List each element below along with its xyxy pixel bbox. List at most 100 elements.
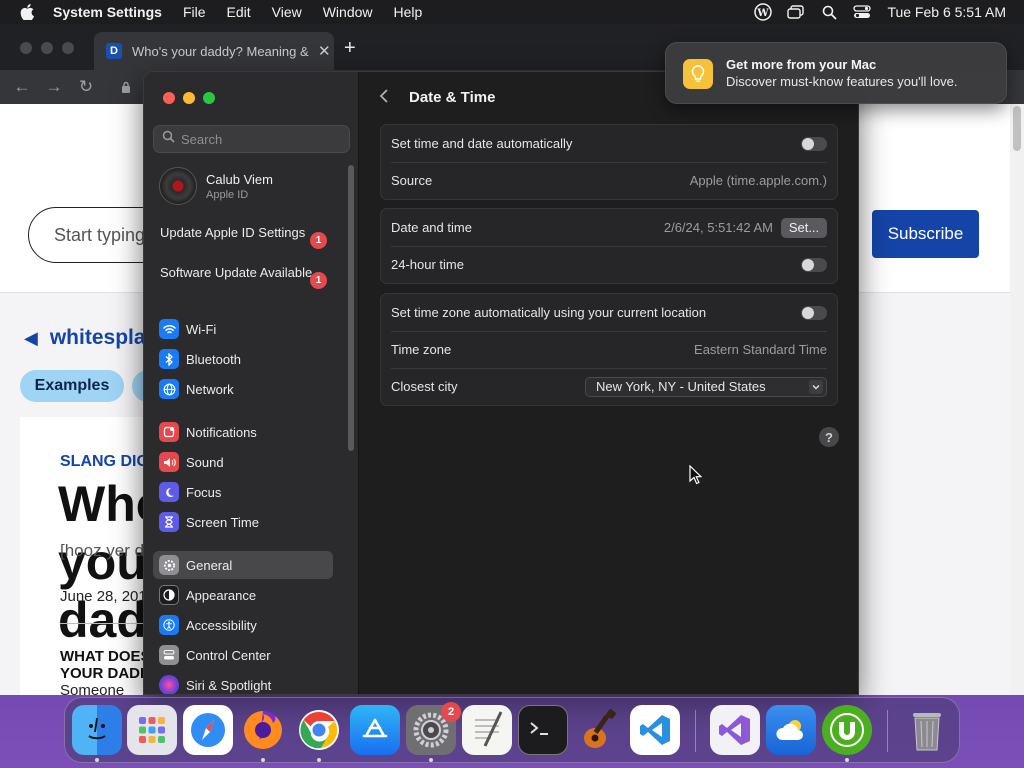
help-menu[interactable]: Help	[394, 4, 423, 20]
set-date-time-button[interactable]: Set...	[781, 217, 827, 238]
running-indicator	[429, 758, 433, 762]
apple-id-account[interactable]: Calub Viem Apple ID	[159, 166, 349, 206]
zoom-window-button[interactable]	[203, 92, 215, 104]
time-zone-label: Time zone	[391, 342, 452, 357]
back-chevron-icon[interactable]	[379, 88, 389, 109]
new-tab-icon[interactable]: +	[344, 37, 356, 60]
sidebar-item-label: Screen Time	[186, 514, 259, 530]
subscribe-button[interactable]: Subscribe	[872, 210, 979, 258]
auto-tz-label: Set time zone automatically using your c…	[391, 305, 707, 320]
sidebar-item-screen-time[interactable]: Screen Time	[153, 508, 333, 536]
tips-notification[interactable]: Get more from your Mac Discover must-kno…	[665, 42, 1007, 104]
auto-tz-toggle[interactable]	[801, 305, 827, 320]
site-favicon-icon: D	[106, 43, 122, 59]
auto-time-toggle[interactable]	[801, 136, 827, 151]
browser-scrollbar-thumb[interactable]	[1013, 106, 1021, 151]
view-menu[interactable]: View	[272, 4, 302, 20]
sidebar-item-label: Sound	[186, 454, 224, 470]
hour24-row: 24-hour time	[381, 246, 837, 283]
sidebar-item-network[interactable]: Network	[153, 375, 333, 403]
source-row: Source Apple (time.apple.com.)	[381, 162, 837, 199]
time-zone-row: Time zone Eastern Standard Time	[381, 331, 837, 368]
settings-search-input[interactable]	[181, 131, 341, 147]
software-update-notice[interactable]: Software Update Available	[160, 265, 330, 281]
spotlight-search-icon[interactable]	[819, 4, 839, 20]
sidebar-item-sound[interactable]: Sound	[153, 448, 333, 476]
edit-menu[interactable]: Edit	[227, 4, 251, 20]
sidebar-item-notifications[interactable]: Notifications	[153, 418, 333, 446]
sidebar-item-wifi[interactable]: Wi-Fi	[153, 315, 333, 343]
browser-scrollbar[interactable]	[1010, 104, 1024, 695]
chrome-icon[interactable]	[294, 705, 344, 755]
textedit-icon[interactable]	[462, 705, 512, 755]
time-zone-value: Eastern Standard Time	[694, 342, 827, 357]
article-date: June 28, 2018	[60, 588, 156, 605]
firefox-icon[interactable]	[238, 705, 288, 755]
minimize-window-button[interactable]	[183, 92, 195, 104]
window-switcher-icon[interactable]	[786, 4, 806, 20]
control-center-status-icon[interactable]	[852, 4, 872, 20]
browser-reload-icon[interactable]: ↻	[74, 75, 98, 99]
date-time-group: Date and time 2/6/24, 5:51:42 AM Set... …	[380, 208, 838, 284]
svg-text:W: W	[757, 8, 770, 19]
sidebar-item-label: Appearance	[186, 587, 257, 603]
examples-chip[interactable]: Examples	[20, 370, 124, 402]
lock-icon	[114, 75, 138, 99]
auto-time-row: Set time and date automatically	[381, 125, 837, 162]
auto-tz-row: Set time zone automatically using your c…	[381, 294, 837, 331]
sidebar-item-appearance[interactable]: Appearance	[153, 581, 333, 609]
update-apple-id-notice[interactable]: Update Apple ID Settings	[160, 225, 330, 241]
finder-icon[interactable]	[72, 705, 122, 755]
safari-icon[interactable]	[183, 705, 233, 755]
hour24-toggle[interactable]	[801, 257, 827, 272]
window-menu[interactable]: Window	[323, 4, 373, 20]
sidebar-item-siri-spotlight[interactable]: Siri & Spotlight	[153, 671, 333, 694]
browser-close-button[interactable]	[20, 42, 32, 54]
tab-close-icon[interactable]: ✕	[318, 42, 331, 60]
weather-icon[interactable]	[766, 705, 816, 755]
sidebar-item-general[interactable]: General	[153, 551, 333, 579]
sidebar-item-label: Siri & Spotlight	[186, 677, 272, 693]
launchpad-icon[interactable]	[127, 705, 177, 755]
account-subtitle: Apple ID	[206, 188, 249, 201]
utorrent-icon[interactable]	[822, 705, 872, 755]
running-indicator	[261, 758, 265, 762]
app-name-menu[interactable]: System Settings	[53, 4, 162, 20]
system-settings-window: Calub Viem Apple ID Update Apple ID Sett…	[143, 71, 859, 695]
trash-icon[interactable]	[902, 705, 952, 755]
search-icon	[162, 130, 175, 148]
visual-studio-icon[interactable]	[710, 705, 760, 755]
hour24-label: 24-hour time	[391, 257, 464, 272]
site-search-placeholder: Start typing	[54, 224, 146, 245]
terminal-icon[interactable]	[518, 705, 568, 755]
app-store-icon[interactable]	[350, 705, 400, 755]
sidebar-item-bluetooth[interactable]: Bluetooth	[153, 345, 333, 373]
menu-bar-clock[interactable]: Tue Feb 6 5:51 AM	[887, 4, 1006, 20]
settings-update-badge: 2	[441, 702, 461, 722]
browser-back-icon[interactable]: ←	[10, 75, 34, 99]
help-button[interactable]: ?	[819, 427, 839, 447]
apple-menu-icon[interactable]	[17, 4, 37, 20]
file-menu[interactable]: File	[183, 4, 206, 20]
settings-search-field[interactable]	[153, 125, 350, 153]
sidebar-item-label: Accessibility	[186, 617, 257, 633]
browser-minimize-button[interactable]	[41, 42, 53, 54]
globe-icon	[159, 379, 179, 399]
article-body: Someone	[60, 682, 125, 695]
wordpress-icon[interactable]: W	[753, 3, 773, 21]
running-indicator	[317, 758, 321, 762]
menu-bar: System Settings File Edit View Window He…	[0, 0, 1024, 24]
closest-city-select[interactable]: New York, NY - United States	[585, 376, 827, 397]
sidebar-item-label: General	[186, 557, 233, 573]
control-center-icon	[159, 645, 179, 665]
close-window-button[interactable]	[163, 92, 175, 104]
sidebar-item-focus[interactable]: Focus	[153, 478, 333, 506]
vscode-icon[interactable]	[630, 705, 680, 755]
browser-zoom-button[interactable]	[62, 42, 74, 54]
sidebar-item-accessibility[interactable]: Accessibility	[153, 611, 333, 639]
browser-tab[interactable]: D Who's your daddy? Meaning & Origin ✕	[94, 32, 334, 70]
sidebar-scrollbar[interactable]	[348, 165, 354, 451]
browser-forward-icon[interactable]: →	[42, 75, 66, 99]
garageband-icon[interactable]	[574, 705, 624, 755]
sidebar-item-control-center[interactable]: Control Center	[153, 641, 333, 669]
